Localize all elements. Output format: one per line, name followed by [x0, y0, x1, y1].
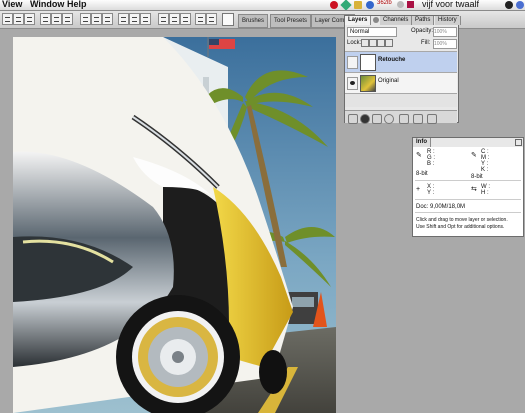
- h-label: H :: [481, 190, 489, 196]
- palette-well-icon[interactable]: [222, 13, 234, 26]
- layer-thumbnail: [360, 75, 376, 92]
- distribute-vcenter-button[interactable]: [91, 13, 102, 25]
- battery-icon[interactable]: [354, 1, 362, 9]
- align-right-button[interactable]: [62, 13, 73, 25]
- bit-depth-left: 8-bit: [416, 171, 428, 177]
- close-icon[interactable]: [373, 17, 379, 23]
- layer-row-retouche[interactable]: Retouche: [345, 51, 457, 72]
- divider: [415, 212, 521, 213]
- tab-channels[interactable]: Channels: [380, 16, 413, 25]
- layers-footer: [345, 110, 457, 124]
- lock-pixels-icon[interactable]: [369, 39, 377, 47]
- lock-position-icon[interactable]: [377, 39, 385, 47]
- add-mask-icon[interactable]: [372, 114, 382, 124]
- distribute-right-button[interactable]: [140, 13, 151, 25]
- lock-label: Lock:: [347, 40, 362, 46]
- blend-mode-value: Normal: [350, 29, 370, 35]
- sync-icon[interactable]: [340, 0, 352, 10]
- distribute-top-button[interactable]: [80, 13, 91, 25]
- divider: [415, 199, 521, 200]
- spotlight-icon[interactable]: [505, 1, 513, 9]
- hint-line-2: Use Shift and Opt for additional options…: [416, 224, 505, 230]
- doc-size: Doc: 9,00M/18,0M: [416, 204, 466, 210]
- link-layers-icon[interactable]: [348, 114, 358, 124]
- status-icon[interactable]: [330, 1, 338, 9]
- panel-menu-icon[interactable]: [515, 139, 522, 146]
- distribute-hcenter-button[interactable]: [129, 13, 140, 25]
- tab-history[interactable]: History: [435, 16, 461, 25]
- fill-label: Fill:: [421, 40, 431, 46]
- align-vcenter-button[interactable]: [13, 13, 24, 25]
- b-label: B :: [427, 161, 435, 167]
- eye-icon[interactable]: [347, 77, 358, 90]
- menu-bar: View Window Help 362lb vijf voor twaalf: [0, 0, 525, 11]
- tab-layers[interactable]: Layers: [345, 16, 372, 25]
- cpu-icon[interactable]: [397, 1, 404, 8]
- menu-view[interactable]: View: [2, 0, 22, 9]
- k-label: K :: [481, 167, 489, 173]
- layer-style-icon[interactable]: [360, 114, 370, 124]
- crosshair-icon: +: [416, 186, 421, 193]
- layers-panel: Layers Channels Paths History Normal Opa…: [344, 15, 461, 124]
- trash-icon[interactable]: [427, 114, 437, 124]
- align-left-button[interactable]: [40, 13, 51, 25]
- align-top-button[interactable]: [2, 13, 13, 25]
- network-icon[interactable]: [366, 1, 374, 9]
- layer-name: Original: [378, 78, 399, 84]
- arrange-button[interactable]: [206, 13, 217, 25]
- layer-row-original[interactable]: Original: [345, 72, 457, 93]
- distribute-left-button[interactable]: [118, 13, 129, 25]
- tab-paths[interactable]: Paths: [412, 16, 435, 25]
- divider: [415, 180, 521, 181]
- align-hcenter-button[interactable]: [51, 13, 62, 25]
- y-coord-label: Y :: [427, 190, 435, 196]
- layer-name: Retouche: [378, 57, 406, 63]
- size-icon: ⇆: [471, 186, 477, 193]
- move-options-button[interactable]: [195, 13, 206, 25]
- visibility-toggle[interactable]: [347, 56, 358, 69]
- hint-line-1: Click and drag to move layer or selectio…: [416, 217, 508, 223]
- auto-blend-button[interactable]: [169, 13, 180, 25]
- lock-transparency-icon[interactable]: [361, 39, 369, 47]
- info-panel: Info ✎ R : G : B : 8-bit ✎ C : M : Y : K…: [412, 137, 524, 237]
- car-photo: [13, 37, 336, 413]
- tab-brushes[interactable]: Brushes: [238, 14, 269, 28]
- fill-field[interactable]: 100%: [433, 39, 457, 49]
- auto-align-button[interactable]: [158, 13, 169, 25]
- adjustment-layer-icon[interactable]: [384, 114, 394, 124]
- align-bottom-button[interactable]: [24, 13, 35, 25]
- menu-window[interactable]: Window: [30, 0, 64, 9]
- transform-controls-button[interactable]: [180, 13, 191, 25]
- menu-help[interactable]: Help: [67, 0, 87, 9]
- opacity-field[interactable]: 100%: [433, 27, 457, 37]
- memory-readout: 362lb: [377, 0, 392, 6]
- new-group-icon[interactable]: [399, 114, 409, 124]
- layer-empty-area: [345, 93, 457, 107]
- tab-info[interactable]: Info: [413, 138, 431, 147]
- blend-mode-select[interactable]: Normal: [347, 27, 397, 37]
- distribute-bottom-button[interactable]: [102, 13, 113, 25]
- volume-icon[interactable]: [407, 1, 414, 8]
- opacity-label: Opacity:: [411, 28, 434, 34]
- eyedropper-cmyk-icon: ✎: [471, 152, 477, 159]
- layer-thumbnail: [360, 54, 376, 71]
- tab-tool-presets[interactable]: Tool Presets: [270, 14, 312, 28]
- clock[interactable]: vijf voor twaalf: [422, 0, 479, 9]
- eyedropper-icon: ✎: [416, 152, 422, 159]
- new-layer-icon[interactable]: [413, 114, 423, 124]
- apple-menu-icon[interactable]: [516, 1, 524, 9]
- image-canvas[interactable]: [13, 37, 336, 413]
- lock-all-icon[interactable]: [385, 39, 393, 47]
- info-content: ✎ R : G : B : 8-bit ✎ C : M : Y : K : 8-…: [413, 147, 523, 236]
